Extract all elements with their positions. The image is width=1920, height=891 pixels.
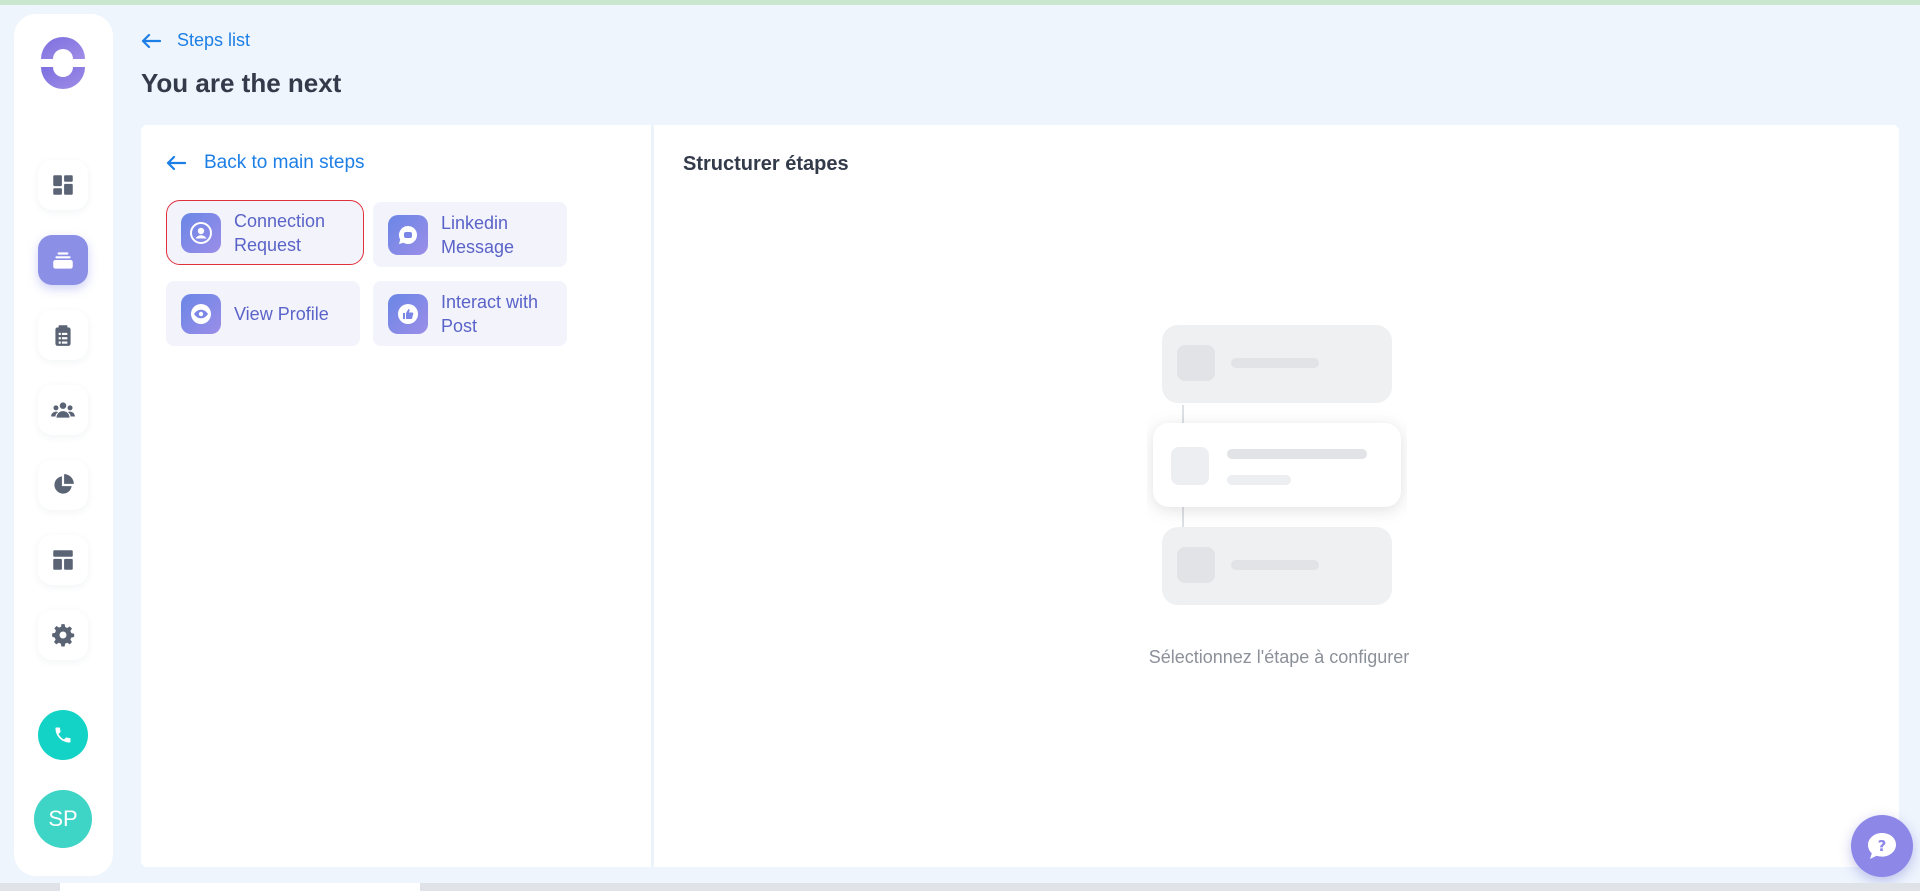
- help-chat-icon: ?: [1868, 833, 1896, 859]
- steps-list-label: Steps list: [177, 30, 251, 50]
- sidebar-item-dashboard[interactable]: [38, 160, 88, 210]
- user-icon: [181, 212, 221, 253]
- bottom-bar: [0, 883, 1920, 891]
- arrow-left-icon: [166, 155, 186, 171]
- taskbar-window: [60, 883, 420, 891]
- sidebar-item-tasks[interactable]: [38, 310, 88, 360]
- step-tile-linkedin-message[interactable]: Linkedin Message: [373, 202, 567, 267]
- back-to-main-steps-link[interactable]: Back to main steps: [166, 152, 365, 174]
- step-tile-label: Interact with Post: [441, 291, 539, 336]
- step-tile-label: View Profile: [234, 303, 329, 324]
- thumbs-up-icon: [388, 293, 428, 334]
- structure-steps-title: Structurer étapes: [683, 153, 849, 175]
- clipboard-icon: [55, 325, 71, 346]
- step-tile-label: Linkedin Message: [441, 212, 515, 257]
- app-logo[interactable]: [37, 37, 89, 89]
- step-tile-label: Connection Request: [234, 210, 326, 255]
- help-button[interactable]: ?: [1851, 815, 1913, 877]
- empty-state-message: Sélectionnez l'étape à configurer: [1148, 647, 1410, 667]
- sidebar: SP: [14, 14, 113, 876]
- call-button[interactable]: [38, 710, 88, 760]
- message-icon: [388, 214, 428, 255]
- avatar-initials: SP: [48, 806, 78, 831]
- inbox-stack-icon: [53, 252, 73, 269]
- gear-icon: [52, 624, 75, 647]
- dashboard-icon: [53, 175, 73, 195]
- svg-text:?: ?: [1878, 837, 1887, 855]
- top-strip: [0, 0, 1920, 5]
- sidebar-item-contacts[interactable]: [38, 385, 88, 435]
- phone-icon: [55, 727, 71, 743]
- step-tile-interact-with-post[interactable]: Interact with Post: [373, 281, 567, 346]
- page-title: You are the next: [141, 68, 342, 98]
- sidebar-item-templates[interactable]: [38, 535, 88, 585]
- back-to-main-steps-label: Back to main steps: [204, 152, 365, 173]
- layout-icon: [53, 550, 73, 570]
- users-icon: [51, 402, 75, 418]
- pie-chart-icon: [54, 474, 74, 494]
- step-type-pane: Back to main steps Connection Request Li…: [141, 125, 654, 867]
- avatar[interactable]: SP: [34, 790, 92, 848]
- sidebar-item-campaigns[interactable]: [38, 235, 88, 285]
- step-tile-view-profile[interactable]: View Profile: [166, 281, 360, 346]
- sidebar-item-settings[interactable]: [38, 610, 88, 660]
- eye-icon: [181, 293, 221, 334]
- empty-state-illustration: [1153, 325, 1401, 605]
- steps-list-back-link[interactable]: Steps list: [141, 30, 250, 51]
- step-tile-connection-request[interactable]: Connection Request: [166, 200, 364, 265]
- sidebar-item-reports[interactable]: [38, 460, 88, 510]
- steps-card: Back to main steps Connection Request Li…: [141, 125, 1899, 867]
- arrow-left-icon: [141, 33, 161, 48]
